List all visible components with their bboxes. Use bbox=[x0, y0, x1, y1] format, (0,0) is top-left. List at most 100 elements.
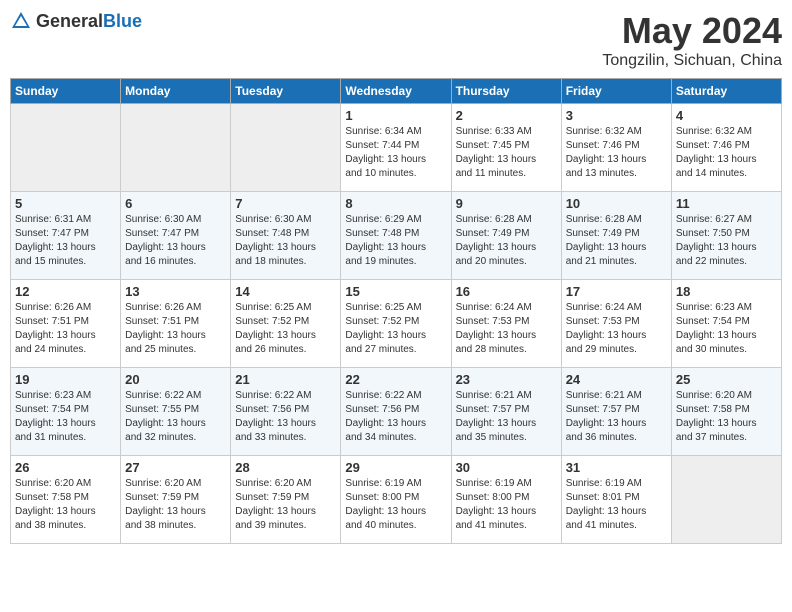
calendar-cell: 17 Sunrise: 6:24 AMSunset: 7:53 PMDayligh… bbox=[561, 280, 671, 368]
cell-info: Sunrise: 6:30 AMSunset: 7:48 PMDaylight:… bbox=[235, 213, 336, 269]
day-number: 20 bbox=[125, 372, 226, 387]
weekday-header-sunday: Sunday bbox=[11, 79, 121, 104]
cell-info: Sunrise: 6:21 AMSunset: 7:57 PMDaylight:… bbox=[456, 389, 557, 445]
calendar-cell: 2Sunrise: 6:33 AMSunset: 7:45 PMDaylight… bbox=[451, 104, 561, 192]
week-row-5: 26Sunrise: 6:20 AMSunset: 7:58 PMDayligh… bbox=[11, 456, 782, 544]
day-number: 29 bbox=[345, 460, 446, 475]
calendar-cell: 10Sunrise: 6:28 AMSunset: 7:49 PMDayligh… bbox=[561, 192, 671, 280]
day-number: 13 bbox=[125, 284, 226, 299]
cell-info: Sunrise: 6:25 AMSunset: 7:52 PMDaylight:… bbox=[235, 301, 336, 357]
calendar-cell: 12 Sunrise: 6:26 AMSunset: 7:51 PMDayligh… bbox=[11, 280, 121, 368]
day-number: 7 bbox=[235, 196, 336, 211]
calendar-cell: 4 Sunrise: 6:32 AMSunset: 7:46 PMDaylight… bbox=[671, 104, 781, 192]
cell-info: Sunrise: 6:30 AMSunset: 7:47 PMDaylight:… bbox=[125, 213, 226, 269]
calendar-cell: 19 Sunrise: 6:23 AMSunset: 7:54 PMDayligh… bbox=[11, 368, 121, 456]
week-row-1: 1 Sunrise: 6:34 AMSunset: 7:44 PMDaylight… bbox=[11, 104, 782, 192]
calendar-cell: 29 Sunrise: 6:19 AMSunset: 8:00 PMDayligh… bbox=[341, 456, 451, 544]
day-number: 10 bbox=[566, 196, 667, 211]
month-title: May 2024 bbox=[602, 10, 782, 52]
calendar-cell: 28Sunrise: 6:20 AMSunset: 7:59 PMDayligh… bbox=[231, 456, 341, 544]
day-number: 25 bbox=[676, 372, 777, 387]
week-row-3: 12 Sunrise: 6:26 AMSunset: 7:51 PMDayligh… bbox=[11, 280, 782, 368]
day-number: 12 bbox=[15, 284, 116, 299]
calendar-cell bbox=[231, 104, 341, 192]
calendar-cell: 24 Sunrise: 6:21 AMSunset: 7:57 PMDayligh… bbox=[561, 368, 671, 456]
cell-info: Sunrise: 6:19 AMSunset: 8:00 PMDaylight:… bbox=[456, 477, 557, 533]
day-number: 26 bbox=[15, 460, 116, 475]
day-number: 31 bbox=[566, 460, 667, 475]
day-number: 22 bbox=[345, 372, 446, 387]
day-number: 4 bbox=[676, 108, 777, 123]
calendar-cell: 22Sunrise: 6:22 AMSunset: 7:56 PMDayligh… bbox=[341, 368, 451, 456]
day-number: 11 bbox=[676, 196, 777, 211]
day-number: 24 bbox=[566, 372, 667, 387]
cell-info: Sunrise: 6:19 AMSunset: 8:01 PMDaylight:… bbox=[566, 477, 667, 533]
cell-info: Sunrise: 6:20 AMSunset: 7:58 PMDaylight:… bbox=[676, 389, 777, 445]
day-number: 17 bbox=[566, 284, 667, 299]
cell-info: Sunrise: 6:29 AMSunset: 7:48 PMDaylight:… bbox=[345, 213, 446, 269]
cell-info: Sunrise: 6:23 AMSunset: 7:54 PMDaylight:… bbox=[15, 389, 116, 445]
day-number: 3 bbox=[566, 108, 667, 123]
calendar-cell: 3 Sunrise: 6:32 AMSunset: 7:46 PMDaylight… bbox=[561, 104, 671, 192]
calendar-cell: 25 Sunrise: 6:20 AMSunset: 7:58 PMDayligh… bbox=[671, 368, 781, 456]
cell-info: Sunrise: 6:22 AMSunset: 7:55 PMDaylight:… bbox=[125, 389, 226, 445]
calendar-cell: 16Sunrise: 6:24 AMSunset: 7:53 PMDayligh… bbox=[451, 280, 561, 368]
calendar-cell: 31 Sunrise: 6:19 AMSunset: 8:01 PMDayligh… bbox=[561, 456, 671, 544]
cell-info: Sunrise: 6:24 AMSunset: 7:53 PMDaylight:… bbox=[566, 301, 667, 357]
day-number: 1 bbox=[345, 108, 446, 123]
cell-info: Sunrise: 6:34 AMSunset: 7:44 PMDaylight:… bbox=[345, 125, 446, 181]
calendar-header: SundayMondayTuesdayWednesdayThursdayFrid… bbox=[11, 79, 782, 104]
calendar-cell: 5 Sunrise: 6:31 AMSunset: 7:47 PMDaylight… bbox=[11, 192, 121, 280]
cell-info: Sunrise: 6:20 AMSunset: 7:59 PMDaylight:… bbox=[235, 477, 336, 533]
weekday-header-thursday: Thursday bbox=[451, 79, 561, 104]
title-area: May 2024 Tongzilin, Sichuan, China bbox=[602, 10, 782, 70]
week-row-2: 5 Sunrise: 6:31 AMSunset: 7:47 PMDaylight… bbox=[11, 192, 782, 280]
day-number: 5 bbox=[15, 196, 116, 211]
weekday-header-saturday: Saturday bbox=[671, 79, 781, 104]
weekday-header-monday: Monday bbox=[121, 79, 231, 104]
cell-info: Sunrise: 6:21 AMSunset: 7:57 PMDaylight:… bbox=[566, 389, 667, 445]
calendar-cell: 30 Sunrise: 6:19 AMSunset: 8:00 PMDayligh… bbox=[451, 456, 561, 544]
calendar-cell: 11 Sunrise: 6:27 AMSunset: 7:50 PMDayligh… bbox=[671, 192, 781, 280]
logo-blue: Blue bbox=[103, 11, 142, 31]
day-number: 27 bbox=[125, 460, 226, 475]
weekday-header-friday: Friday bbox=[561, 79, 671, 104]
day-number: 30 bbox=[456, 460, 557, 475]
cell-info: Sunrise: 6:25 AMSunset: 7:52 PMDaylight:… bbox=[345, 301, 446, 357]
day-number: 9 bbox=[456, 196, 557, 211]
day-number: 8 bbox=[345, 196, 446, 211]
calendar-cell: 23 Sunrise: 6:21 AMSunset: 7:57 PMDayligh… bbox=[451, 368, 561, 456]
logo-general: General bbox=[36, 11, 103, 31]
day-number: 23 bbox=[456, 372, 557, 387]
weekday-header-wednesday: Wednesday bbox=[341, 79, 451, 104]
logo-text: GeneralBlue bbox=[36, 11, 142, 32]
day-number: 16 bbox=[456, 284, 557, 299]
calendar-cell bbox=[121, 104, 231, 192]
cell-info: Sunrise: 6:26 AMSunset: 7:51 PMDaylight:… bbox=[15, 301, 116, 357]
cell-info: Sunrise: 6:32 AMSunset: 7:46 PMDaylight:… bbox=[566, 125, 667, 181]
day-number: 6 bbox=[125, 196, 226, 211]
calendar-cell: 20 Sunrise: 6:22 AMSunset: 7:55 PMDayligh… bbox=[121, 368, 231, 456]
weekday-header-tuesday: Tuesday bbox=[231, 79, 341, 104]
cell-info: Sunrise: 6:32 AMSunset: 7:46 PMDaylight:… bbox=[676, 125, 777, 181]
cell-info: Sunrise: 6:19 AMSunset: 8:00 PMDaylight:… bbox=[345, 477, 446, 533]
cell-info: Sunrise: 6:28 AMSunset: 7:49 PMDaylight:… bbox=[456, 213, 557, 269]
weekday-row: SundayMondayTuesdayWednesdayThursdayFrid… bbox=[11, 79, 782, 104]
calendar-cell: 6 Sunrise: 6:30 AMSunset: 7:47 PMDaylight… bbox=[121, 192, 231, 280]
day-number: 19 bbox=[15, 372, 116, 387]
calendar-cell bbox=[671, 456, 781, 544]
calendar-cell: 8 Sunrise: 6:29 AMSunset: 7:48 PMDaylight… bbox=[341, 192, 451, 280]
cell-info: Sunrise: 6:27 AMSunset: 7:50 PMDaylight:… bbox=[676, 213, 777, 269]
cell-info: Sunrise: 6:22 AMSunset: 7:56 PMDaylight:… bbox=[235, 389, 336, 445]
calendar-cell: 14Sunrise: 6:25 AMSunset: 7:52 PMDayligh… bbox=[231, 280, 341, 368]
cell-info: Sunrise: 6:20 AMSunset: 7:59 PMDaylight:… bbox=[125, 477, 226, 533]
calendar-cell: 18Sunrise: 6:23 AMSunset: 7:54 PMDayligh… bbox=[671, 280, 781, 368]
day-number: 21 bbox=[235, 372, 336, 387]
calendar-cell: 9 Sunrise: 6:28 AMSunset: 7:49 PMDaylight… bbox=[451, 192, 561, 280]
calendar-table: SundayMondayTuesdayWednesdayThursdayFrid… bbox=[10, 78, 782, 544]
calendar-cell bbox=[11, 104, 121, 192]
cell-info: Sunrise: 6:31 AMSunset: 7:47 PMDaylight:… bbox=[15, 213, 116, 269]
header: GeneralBlue May 2024 Tongzilin, Sichuan,… bbox=[10, 10, 782, 70]
week-row-4: 19 Sunrise: 6:23 AMSunset: 7:54 PMDayligh… bbox=[11, 368, 782, 456]
location-title: Tongzilin, Sichuan, China bbox=[602, 52, 782, 70]
